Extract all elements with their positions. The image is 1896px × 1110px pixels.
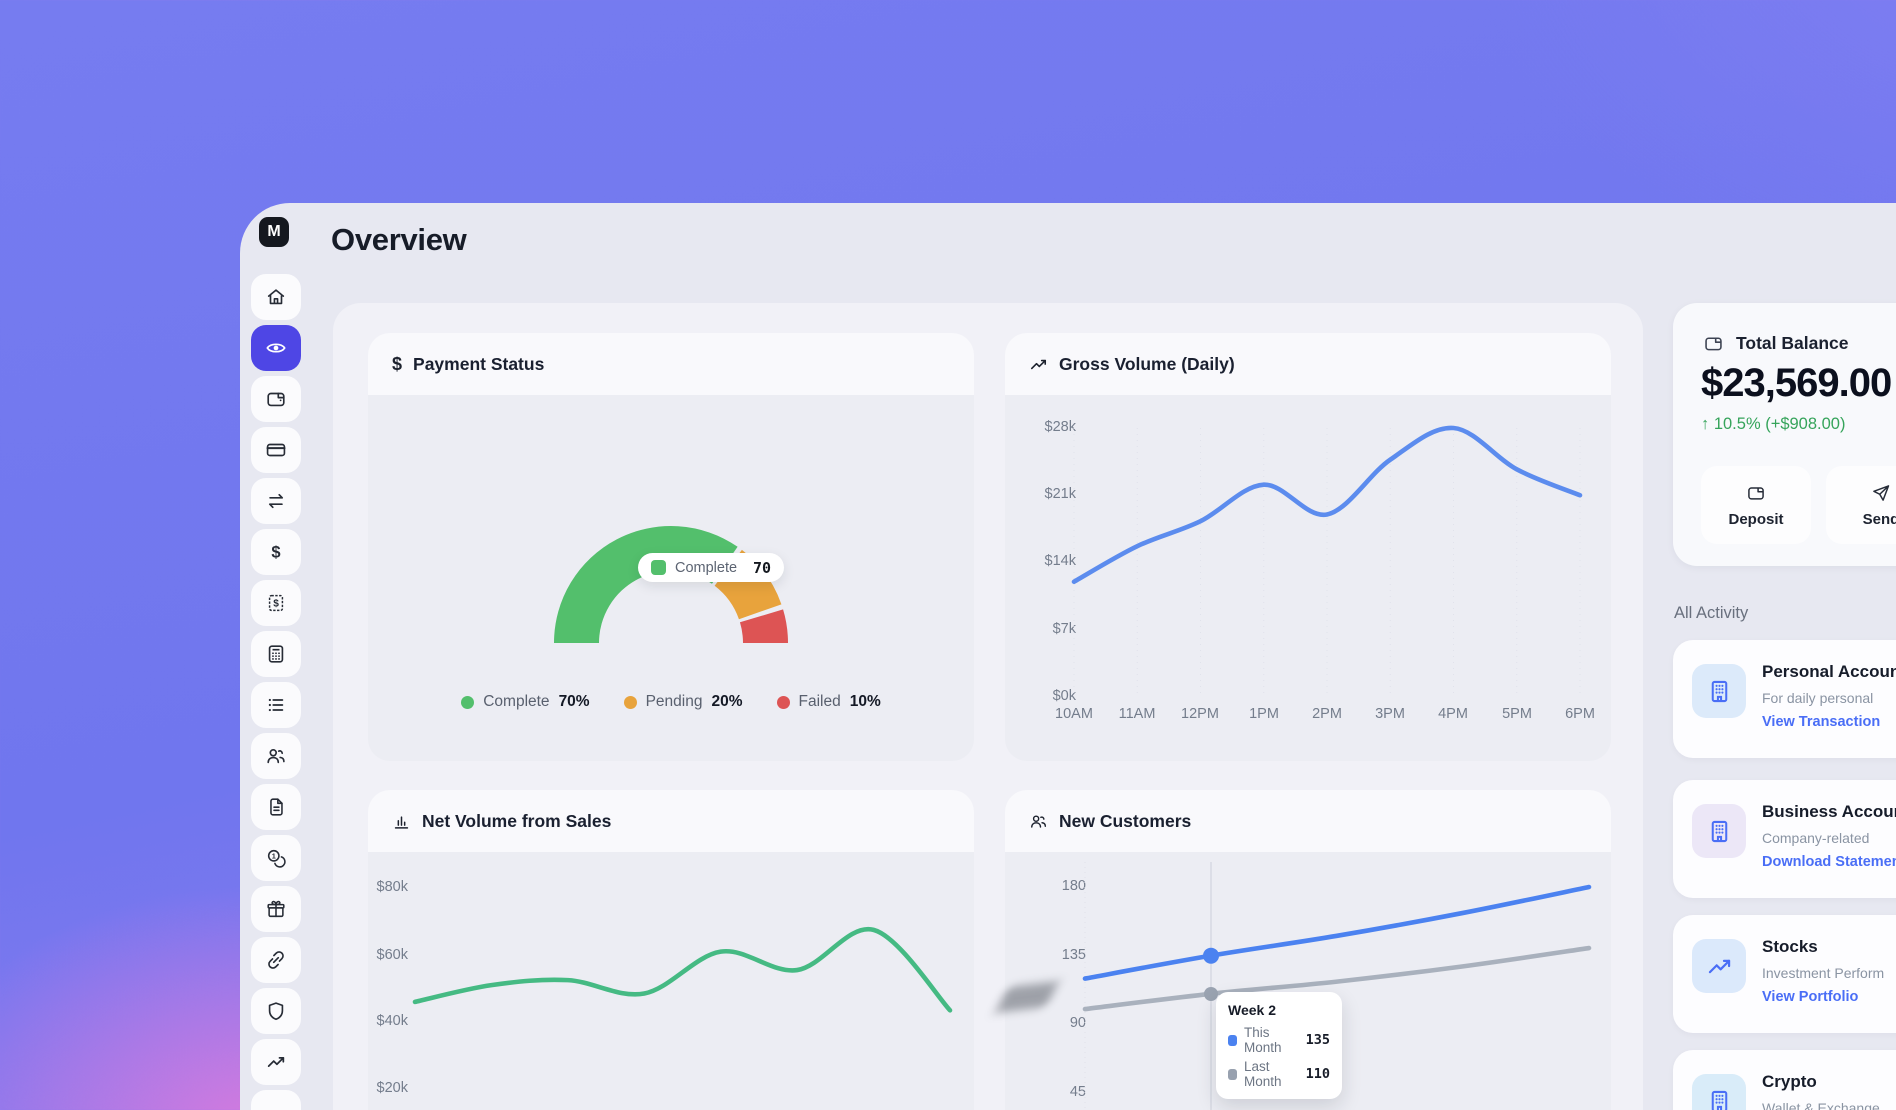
payment-status-legend: Complete 70% Pending 20% Failed 10% [368, 693, 974, 711]
sidebar-item-list[interactable] [251, 682, 301, 728]
app-logo[interactable]: M [259, 217, 289, 247]
card-title: Payment Status [413, 354, 544, 375]
all-activity-heading: All Activity [1674, 604, 1748, 623]
activity-item-crypto[interactable]: Crypto Wallet & Exchange [1673, 1050, 1896, 1110]
legend-item-failed: Failed 10% [777, 693, 881, 711]
total-balance-header: Total Balance [1703, 333, 1849, 354]
list-icon [265, 694, 287, 716]
sidebar-item-documents[interactable] [251, 784, 301, 830]
sidebar-item-hidden[interactable] [251, 1090, 301, 1110]
last-month-swatch [1228, 1069, 1237, 1080]
gauge-tooltip-label: Complete [675, 560, 737, 576]
document-icon [265, 796, 287, 818]
sidebar-item-security[interactable] [251, 988, 301, 1034]
card-title: Gross Volume (Daily) [1059, 354, 1235, 375]
this-month-point[interactable] [1203, 948, 1219, 964]
complete-swatch [651, 560, 666, 575]
activity-item-personal-account[interactable]: Personal Account For daily personal View… [1673, 640, 1896, 758]
sidebar-item-links[interactable] [251, 937, 301, 983]
failed-dot [777, 696, 790, 709]
send-button[interactable]: Send [1826, 466, 1896, 544]
stocks-tile [1692, 939, 1746, 993]
this-month-swatch [1228, 1035, 1237, 1046]
tooltip-title: Week 2 [1228, 1002, 1330, 1018]
users-icon [265, 745, 287, 767]
trending-up-icon [265, 1051, 287, 1073]
payment-status-header: $ Payment Status [368, 333, 974, 395]
home-icon [265, 286, 287, 308]
sidebar-item-rewards[interactable] [251, 886, 301, 932]
crypto-tile [1692, 1074, 1746, 1110]
view-transaction-link[interactable]: View Transaction [1762, 714, 1880, 730]
gross-volume-chart[interactable] [1005, 395, 1611, 735]
total-balance-change: ↑ 10.5% (+$908.00) [1701, 415, 1845, 434]
gross-volume-header: Gross Volume (Daily) [1005, 333, 1611, 395]
download-statement-link[interactable]: Download Statement [1762, 854, 1896, 870]
sidebar-item-home[interactable] [251, 274, 301, 320]
new-customers-header: New Customers [1005, 790, 1611, 852]
balance-actions: Deposit Send [1701, 466, 1896, 544]
sidebar-item-performance[interactable] [251, 1039, 301, 1085]
legend-item-pending: Pending 20% [624, 693, 743, 711]
gift-icon [265, 898, 287, 920]
svg-text:$: $ [273, 599, 279, 610]
building-icon [1706, 818, 1733, 845]
shield-icon [265, 1000, 287, 1022]
wallet-icon [1703, 333, 1724, 354]
wallet-icon [265, 388, 287, 410]
tooltip-row-last-month: Last Month 110 [1228, 1059, 1330, 1089]
activity-item-stocks[interactable]: Stocks Investment Perform View Portfolio [1673, 915, 1896, 1033]
sidebar-item-coins[interactable]: 1 [251, 835, 301, 881]
bar-chart-icon [392, 812, 411, 831]
total-balance-card: Total Balance $23,569.00 ↑ 10.5% (+$908.… [1673, 303, 1896, 566]
tooltip-row-this-month: This Month 135 [1228, 1025, 1330, 1055]
total-balance-label: Total Balance [1736, 333, 1849, 354]
invoice-icon: $ [265, 592, 287, 614]
deposit-button[interactable]: Deposit [1701, 466, 1811, 544]
calculator-icon [265, 643, 287, 665]
svg-text:1: 1 [272, 851, 276, 860]
eye-icon [265, 337, 287, 359]
legend-item-complete: Complete 70% [461, 693, 589, 711]
transfer-icon [265, 490, 287, 512]
building-icon [1706, 678, 1733, 705]
activity-item-business-account[interactable]: Business Account Company-related Downloa… [1673, 780, 1896, 898]
sidebar-item-overview[interactable] [251, 325, 301, 371]
sidebar-item-payments[interactable]: $ [251, 529, 301, 575]
link-icon [265, 949, 287, 971]
sidebar-item-invoices[interactable]: $ [251, 580, 301, 626]
gauge-tooltip: Complete 70 [638, 553, 784, 582]
wallet-icon [1746, 483, 1766, 503]
dollar-icon: $ [392, 354, 402, 375]
svg-text:$: $ [271, 544, 280, 562]
sidebar-item-calculator[interactable] [251, 631, 301, 677]
account-tile [1692, 804, 1746, 858]
trending-up-icon [1029, 355, 1048, 374]
users-icon [1029, 812, 1048, 831]
account-tile [1692, 664, 1746, 718]
sidebar-item-wallet[interactable] [251, 376, 301, 422]
send-icon [1871, 483, 1891, 503]
sidebar-item-transfers[interactable] [251, 478, 301, 524]
complete-dot [461, 696, 474, 709]
page-title: Overview [331, 222, 466, 258]
sidebar-item-customers[interactable] [251, 733, 301, 779]
pending-dot [624, 696, 637, 709]
net-volume-header: Net Volume from Sales [368, 790, 974, 852]
gauge-tooltip-value: 70 [753, 559, 771, 577]
dollar-icon: $ [265, 541, 287, 563]
card-title: New Customers [1059, 811, 1191, 832]
coins-icon: 1 [265, 847, 287, 869]
view-portfolio-link[interactable]: View Portfolio [1762, 989, 1858, 1005]
total-balance-amount: $23,569.00 [1701, 361, 1891, 406]
sidebar-item-cards[interactable] [251, 427, 301, 473]
building-icon [1706, 1088, 1733, 1110]
sidebar: $ $ 1 [251, 274, 301, 1110]
trending-up-icon [1706, 953, 1733, 980]
net-volume-chart[interactable] [368, 852, 974, 1110]
hidden-partial-icon [265, 1102, 287, 1110]
credit-card-icon [265, 439, 287, 461]
card-title: Net Volume from Sales [422, 811, 611, 832]
week-tooltip: Week 2 This Month 135 Last Month 110 [1216, 992, 1342, 1099]
